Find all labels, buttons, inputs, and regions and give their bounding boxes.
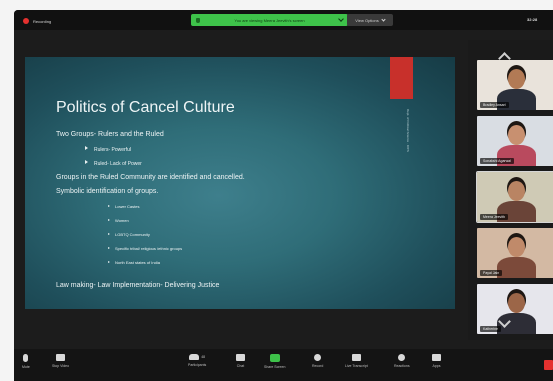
participant-head: [508, 237, 525, 257]
bullet-icon: [108, 261, 110, 263]
share-screen-icon: [269, 354, 280, 362]
participant-name: Sonakshi Agarwal: [480, 158, 514, 164]
slide-line: Symbolic identification of groups.: [56, 188, 159, 195]
viewing-screen-banner[interactable]: You are viewing Meera Jeevith's screen: [191, 14, 348, 26]
record-label: Record: [312, 364, 324, 368]
participant-head: [508, 293, 525, 313]
participant-name: Bradley Ansari: [480, 102, 509, 108]
apps-button[interactable]: Apps: [432, 354, 441, 368]
stop-video-label: Stop Video: [52, 364, 70, 368]
participant-body: [497, 257, 536, 278]
participant-tile[interactable]: Payal Jain: [477, 228, 553, 278]
bullet-icon: [85, 160, 88, 164]
slide-sub-bullet: Lower Castes: [108, 204, 139, 209]
recording-label: Recording: [33, 18, 52, 24]
meeting-timer: 32:28: [527, 17, 538, 22]
share-screen-button[interactable]: Share Screen: [264, 354, 285, 369]
mute-label: Mute: [22, 365, 30, 369]
live-transcript-label: Live Transcript: [345, 364, 368, 368]
participant-gallery: Bradley Ansari Sonakshi Agarwal Meera Jeev…: [468, 40, 553, 340]
bullet-icon: [108, 219, 110, 221]
bullet-icon: [85, 146, 88, 150]
slide-sub-bullet: Specific tribal/ religious /ethnic group…: [108, 246, 182, 251]
chat-icon: [236, 354, 245, 361]
slide-bullet: Ruled- Lack of Power: [85, 160, 142, 167]
zoom-window: Recording You are viewing Meera Jeevith'…: [14, 10, 553, 381]
slide-accent-bar: [390, 57, 413, 99]
record-button[interactable]: Record: [312, 354, 323, 368]
share-screen-label: Share Screen: [264, 365, 286, 369]
slide-bullet: Rulers- Powerful: [85, 146, 131, 153]
slide-line: Groups in the Ruled Community are identi…: [56, 174, 245, 181]
participants-icon: [189, 354, 200, 360]
participant-head: [508, 125, 525, 145]
slide-line: Two Groups- Rulers and the Ruled: [56, 131, 164, 138]
apps-label: Apps: [432, 364, 441, 368]
reactions-label: Reactions: [394, 364, 410, 368]
reactions-button[interactable]: Reactions: [394, 354, 410, 368]
smiley-icon: [398, 354, 406, 361]
microphone-icon: [23, 354, 29, 362]
stop-video-button[interactable]: Stop Video: [52, 354, 69, 368]
bullet-icon: [108, 205, 110, 207]
participant-tile[interactable]: Meera Jeevith: [476, 171, 553, 223]
shield-icon: [196, 17, 200, 23]
participant-head: [508, 181, 525, 201]
bullet-icon: [108, 247, 110, 249]
slide-sub-bullet: Women: [108, 218, 129, 223]
participants-button[interactable]: 48 Participants: [188, 354, 206, 367]
slide-sub-bullet: North East states of India: [108, 260, 160, 265]
participant-head: [508, 69, 525, 89]
slide-title: Politics of Cancel Culture: [56, 99, 235, 116]
bullet-icon: [108, 233, 110, 235]
slide-line: Law making- Law Implementation- Deliveri…: [56, 282, 220, 289]
cc-icon: [351, 354, 361, 361]
participant-tile[interactable]: Katherine: [477, 284, 553, 334]
live-transcript-button[interactable]: Live Transcript: [345, 354, 368, 368]
end-button[interactable]: [544, 360, 553, 370]
participant-tile[interactable]: Bradley Ansari: [477, 60, 553, 110]
top-bar: Recording You are viewing Meera Jeevith'…: [14, 10, 553, 30]
chat-label: Chat: [236, 364, 245, 368]
participants-count: 48: [201, 355, 206, 359]
participant-name: Payal Jain: [480, 270, 503, 276]
participant-name: Katherine: [480, 326, 501, 332]
chevron-down-icon: [381, 16, 386, 22]
participant-tile[interactable]: Sonakshi Agarwal: [477, 116, 553, 166]
slide-side-text: Dept. of Political Science · IRPS: [406, 109, 410, 152]
view-options-label: View Options: [355, 17, 379, 23]
video-camera-icon: [56, 354, 66, 361]
meeting-toolbar: Mute Stop Video 48 Participants Chat Sha…: [14, 349, 553, 381]
viewing-banner-text: You are viewing Meera Jeevith's screen: [234, 17, 305, 23]
mute-button[interactable]: Mute: [22, 354, 30, 369]
participant-name: Meera Jeevith: [480, 214, 508, 220]
participants-label: Participants: [188, 363, 207, 367]
chevron-down-icon: [338, 16, 344, 22]
apps-icon: [432, 354, 441, 361]
recording-indicator: Recording: [23, 16, 51, 26]
shared-slide: Politics of Cancel Culture Dept. of Poli…: [25, 57, 455, 309]
chat-button[interactable]: Chat: [236, 354, 245, 368]
record-icon: [314, 354, 322, 361]
recording-dot-icon: [23, 18, 29, 24]
view-options-button[interactable]: View Options: [347, 14, 393, 26]
slide-sub-bullet: LGBTQ Community: [108, 232, 150, 237]
